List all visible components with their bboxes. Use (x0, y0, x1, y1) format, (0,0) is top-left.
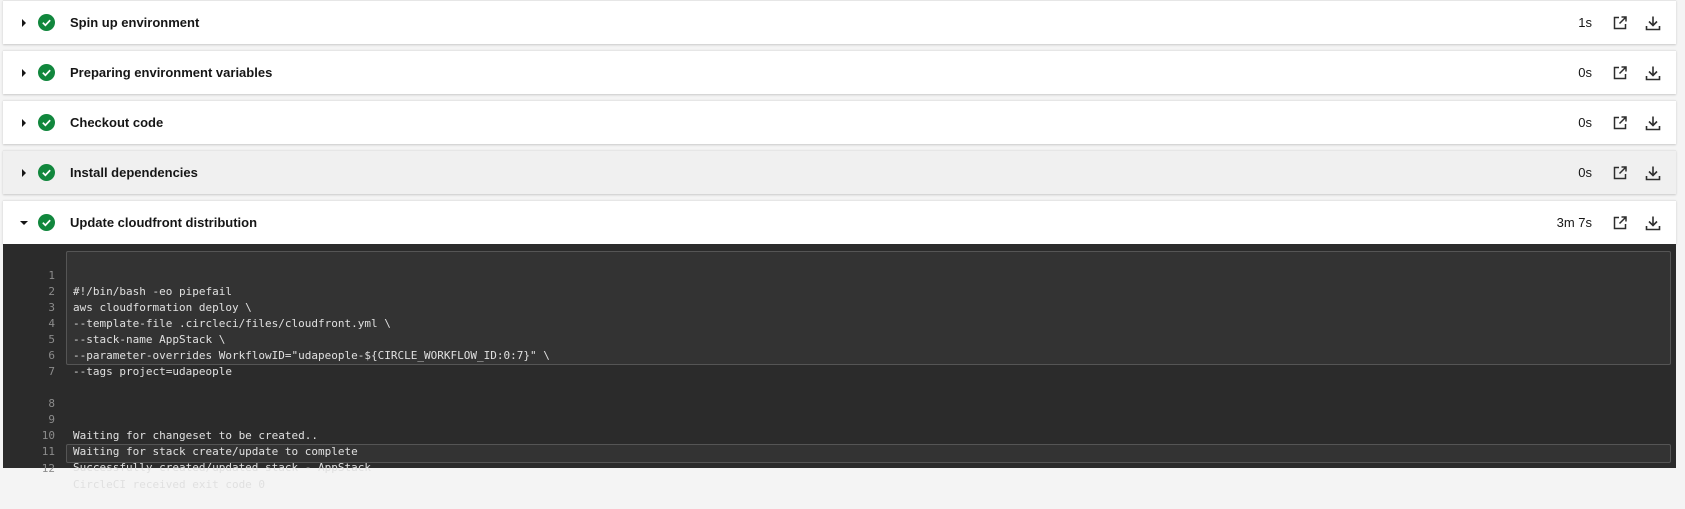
output-line: 2 aws cloudformation deploy \ (3, 268, 1676, 314)
step-title: Install dependencies (70, 165, 198, 180)
output-line: 1 #!/bin/bash -eo pipefail (3, 252, 1676, 298)
step-duration: 0s (1578, 165, 1592, 180)
external-link-icon[interactable] (1610, 213, 1630, 233)
chevron-right-icon[interactable] (17, 66, 31, 80)
output-line: 3 --template-file .circleci/files/cloudf… (3, 284, 1676, 330)
chevron-down-icon[interactable] (17, 216, 31, 230)
output-line: 6 --tags project=udapeople (3, 332, 1676, 378)
output-line: 5 --parameter-overrides WorkflowID="udap… (3, 316, 1676, 362)
step-duration: 1s (1578, 15, 1592, 30)
check-circle-icon (38, 214, 55, 231)
external-link-icon[interactable] (1610, 13, 1630, 33)
check-circle-icon (38, 64, 55, 81)
step-title: Update cloudfront distribution (70, 215, 258, 230)
output-line: 10 Waiting for stack create/update to co… (3, 412, 1676, 458)
line-number: 7 (48, 365, 55, 378)
chevron-right-icon[interactable] (17, 116, 31, 130)
step-output-terminal[interactable]: 1 #!/bin/bash -eo pipefail 2 aws cloudfo… (3, 244, 1676, 491)
step-checkout-code[interactable]: Checkout code 0s (3, 100, 1676, 144)
download-icon[interactable] (1643, 163, 1663, 183)
output-line: 4 --stack-name AppStack \ (3, 300, 1676, 346)
chevron-right-icon[interactable] (17, 166, 31, 180)
output-line: 12 CircleCI received exit code 0 (3, 445, 1676, 491)
step-install-dependencies[interactable]: Install dependencies 0s (3, 150, 1676, 194)
external-link-icon[interactable] (1610, 113, 1630, 133)
output-line: 8 (3, 380, 1676, 410)
line-number: 12 (41, 462, 55, 475)
line-text: Successfully created/updated stack - App… (73, 461, 372, 474)
step-title: Preparing environment variables (70, 65, 273, 80)
external-link-icon[interactable] (1610, 63, 1630, 83)
line-text: --tags project=udapeople (73, 365, 232, 378)
step-duration: 0s (1578, 65, 1592, 80)
step-preparing-environment-variables[interactable]: Preparing environment variables 0s (3, 50, 1676, 94)
step-spin-up-environment[interactable]: Spin up environment 1s (3, 0, 1676, 44)
chevron-right-icon[interactable] (17, 16, 31, 30)
job-steps: Spin up environment 1s Preparing environ… (0, 0, 1685, 491)
check-circle-icon (38, 164, 55, 181)
step-update-cloudfront-distribution[interactable]: Update cloudfront distribution 3m 7s (3, 200, 1676, 244)
download-icon[interactable] (1643, 13, 1663, 33)
download-icon[interactable] (1643, 63, 1663, 83)
external-link-icon[interactable] (1610, 163, 1630, 183)
download-icon[interactable] (1643, 113, 1663, 133)
step-duration: 0s (1578, 115, 1592, 130)
output-line: 9 Waiting for changeset to be created.. (3, 396, 1676, 442)
download-icon[interactable] (1643, 213, 1663, 233)
check-circle-icon (38, 114, 55, 131)
output-line: 7 (3, 348, 1676, 378)
output-line: 11 Successfully created/updated stack - … (3, 428, 1676, 474)
step-title: Spin up environment (70, 15, 200, 30)
check-circle-icon (38, 14, 55, 31)
step-duration: 3m 7s (1556, 215, 1592, 230)
step-title: Checkout code (70, 115, 164, 130)
